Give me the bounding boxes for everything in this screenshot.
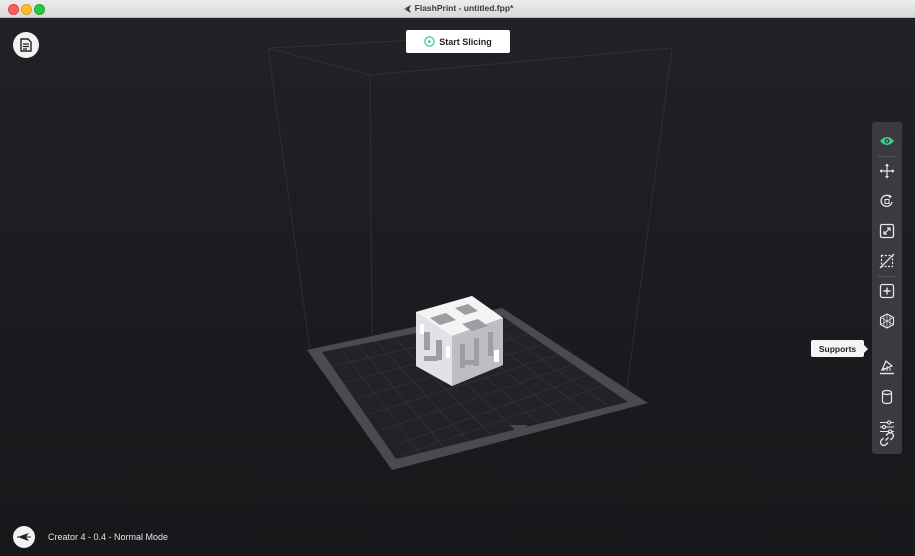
window-title: FlashPrint - untitled.fpp*: [414, 3, 514, 13]
link-icon: [879, 431, 895, 447]
supports-tooltip: Supports: [811, 340, 868, 357]
rotate-icon: [880, 194, 893, 207]
printer-fan-icon: [17, 533, 31, 541]
add-model-icon: [879, 283, 895, 299]
tool-supports[interactable]: [872, 354, 902, 380]
tool-link[interactable]: [872, 426, 902, 452]
eye-icon: [880, 137, 894, 145]
tool-repair[interactable]: [872, 308, 902, 334]
cylinder-icon: [881, 389, 893, 405]
tool-view[interactable]: [872, 128, 902, 154]
scale-icon: [879, 223, 895, 239]
tool-separator: [878, 276, 896, 277]
start-slicing-button[interactable]: Start Slicing: [406, 30, 510, 53]
document-icon: [20, 38, 32, 52]
document-button[interactable]: [13, 32, 39, 58]
build-scene: [267, 34, 673, 470]
tool-separator: [878, 156, 896, 157]
tool-scale[interactable]: [872, 218, 902, 244]
tool-move[interactable]: [872, 158, 902, 184]
flashprint-logo-icon: [403, 4, 411, 13]
start-slicing-label: Start Slicing: [439, 36, 492, 47]
play-icon: [424, 36, 435, 47]
tool-add[interactable]: [872, 278, 902, 304]
mesh-icon: [879, 313, 895, 329]
printer-mode-text: Creator 4 - 0.4 - Normal Mode: [48, 532, 169, 542]
tool-rotate[interactable]: [872, 188, 902, 214]
title-bar: FlashPrint - untitled.fpp*: [0, 0, 915, 18]
cut-icon: [879, 253, 895, 269]
supports-icon: [880, 360, 894, 375]
printer-status: Creator 4 - 0.4 - Normal Mode: [13, 526, 168, 548]
move-icon: [879, 163, 895, 179]
3d-viewport[interactable]: Start Slicing Supports Creator 4 - 0.4 -…: [0, 18, 915, 556]
printer-button[interactable]: [13, 526, 35, 548]
window-title-wrap: FlashPrint - untitled.fpp*: [0, 2, 915, 15]
tool-cut[interactable]: [872, 248, 902, 274]
tool-raft[interactable]: [872, 384, 902, 410]
tool-panel: [872, 122, 902, 454]
